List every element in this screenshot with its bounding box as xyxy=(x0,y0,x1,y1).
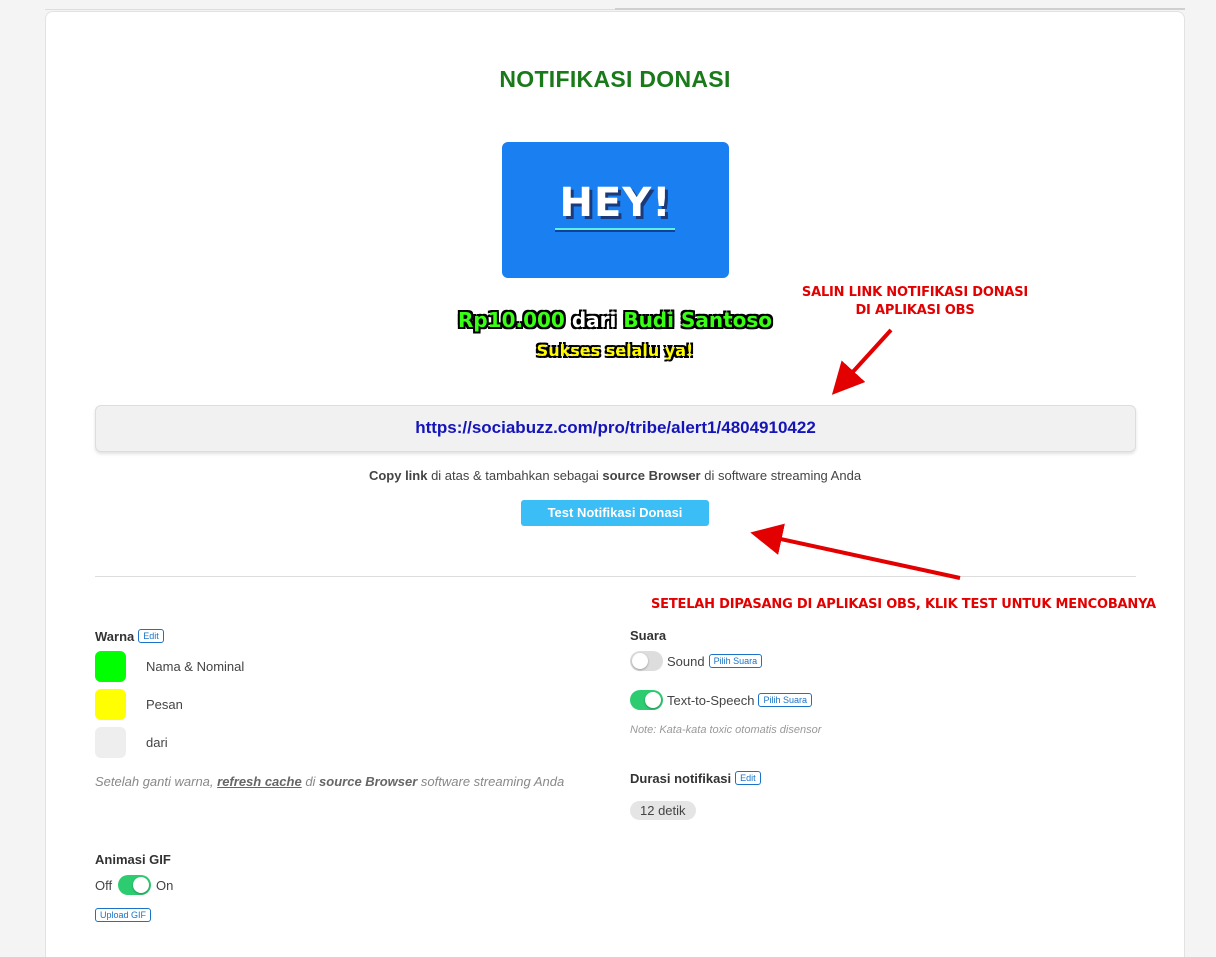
animasi-off-label: Off xyxy=(95,878,113,893)
section-divider xyxy=(95,576,1136,577)
hint-copy-link: Copy link xyxy=(368,468,428,483)
gif-text: HEY! xyxy=(559,180,672,226)
sound-label: Sound xyxy=(667,654,705,669)
color-swatch-from[interactable] xyxy=(95,727,126,758)
warna-edit-button[interactable]: Edit xyxy=(138,629,164,643)
annotation-test: SETELAH DIPASANG DI APLIKASI OBS, KLIK T… xyxy=(651,597,1156,612)
top-border xyxy=(45,0,1185,10)
tts-label: Text-to-Speech xyxy=(667,693,755,708)
tts-note: Note: Kata-kata toxic otomatis disensor xyxy=(630,724,822,736)
animasi-toggle[interactable] xyxy=(118,875,151,895)
preview-message: Sukses selalu ya! xyxy=(536,341,694,360)
durasi-value: 12 detik xyxy=(630,801,696,820)
hint-text-2: di software streaming Anda xyxy=(700,468,862,483)
durasi-header: Durasi notifikasi Edit xyxy=(630,770,761,788)
annotation-copy-line2: DI APLIKASI OBS xyxy=(855,303,975,318)
hint-text-1: di atas & tambahkan sebagai xyxy=(427,468,603,483)
warna-note-2: di xyxy=(301,774,320,789)
suara-label: Suara xyxy=(630,628,667,643)
color-label-name-nominal: Nama & Nominal xyxy=(146,659,245,674)
alert-gif-preview: HEY! xyxy=(502,142,729,278)
link-hint: Copy link di atas & tambahkan sebagai so… xyxy=(46,468,1184,483)
warna-note-1: Setelah ganti warna, xyxy=(95,774,218,789)
sound-row: Sound Pilih Suara xyxy=(667,654,763,669)
warna-note: Setelah ganti warna, refresh cache di so… xyxy=(95,774,564,789)
page-title: NOTIFIKASI DONASI xyxy=(499,66,731,92)
color-label-from: dari xyxy=(146,735,168,750)
color-swatch-message[interactable] xyxy=(95,689,126,720)
upload-gif-button[interactable]: Upload GIF xyxy=(95,908,152,922)
animasi-on-label: On xyxy=(156,878,174,893)
hint-source-browser: source Browser xyxy=(602,468,701,483)
tts-toggle[interactable] xyxy=(630,690,663,710)
tts-row: Text-to-Speech Pilih Suara xyxy=(667,693,812,708)
annotation-copy-line1: SALIN LINK NOTIFIKASI DONASI xyxy=(801,285,1029,300)
color-label-message: Pesan xyxy=(146,697,183,712)
preview-from-word: dari xyxy=(571,308,617,332)
tts-pick-button[interactable]: Pilih Suara xyxy=(758,693,812,707)
warna-note-3: software streaming Anda xyxy=(417,774,565,789)
warna-label: Warna xyxy=(95,629,135,644)
alert-link-box[interactable]: https://sociabuzz.com/pro/tribe/alert1/4… xyxy=(95,405,1136,452)
durasi-edit-button[interactable]: Edit xyxy=(735,771,761,785)
sound-toggle[interactable] xyxy=(630,651,663,671)
animasi-label: Animasi GIF xyxy=(95,852,171,867)
preview-donor: Budi Santoso xyxy=(623,308,773,332)
test-alert-button[interactable]: Test Notifikasi Donasi xyxy=(521,500,709,526)
sound-pick-button[interactable]: Pilih Suara xyxy=(708,654,763,668)
settings-card: NOTIFIKASI DONASI HEY! Rp10.000 dari Bud… xyxy=(45,11,1185,957)
annotation-copy-link: SALIN LINK NOTIFIKASI DONASI DI APLIKASI… xyxy=(797,284,1033,320)
refresh-cache-link[interactable]: refresh cache xyxy=(217,774,302,789)
durasi-label: Durasi notifikasi xyxy=(630,771,732,786)
color-swatch-name-nominal[interactable] xyxy=(95,651,126,682)
upload-gif-wrap: Upload GIF xyxy=(95,907,152,925)
gif-underline xyxy=(555,228,675,232)
warna-header: Warna Edit xyxy=(95,628,164,646)
warna-note-source: source Browser xyxy=(319,774,418,789)
preview-amount: Rp10.000 xyxy=(457,308,565,332)
